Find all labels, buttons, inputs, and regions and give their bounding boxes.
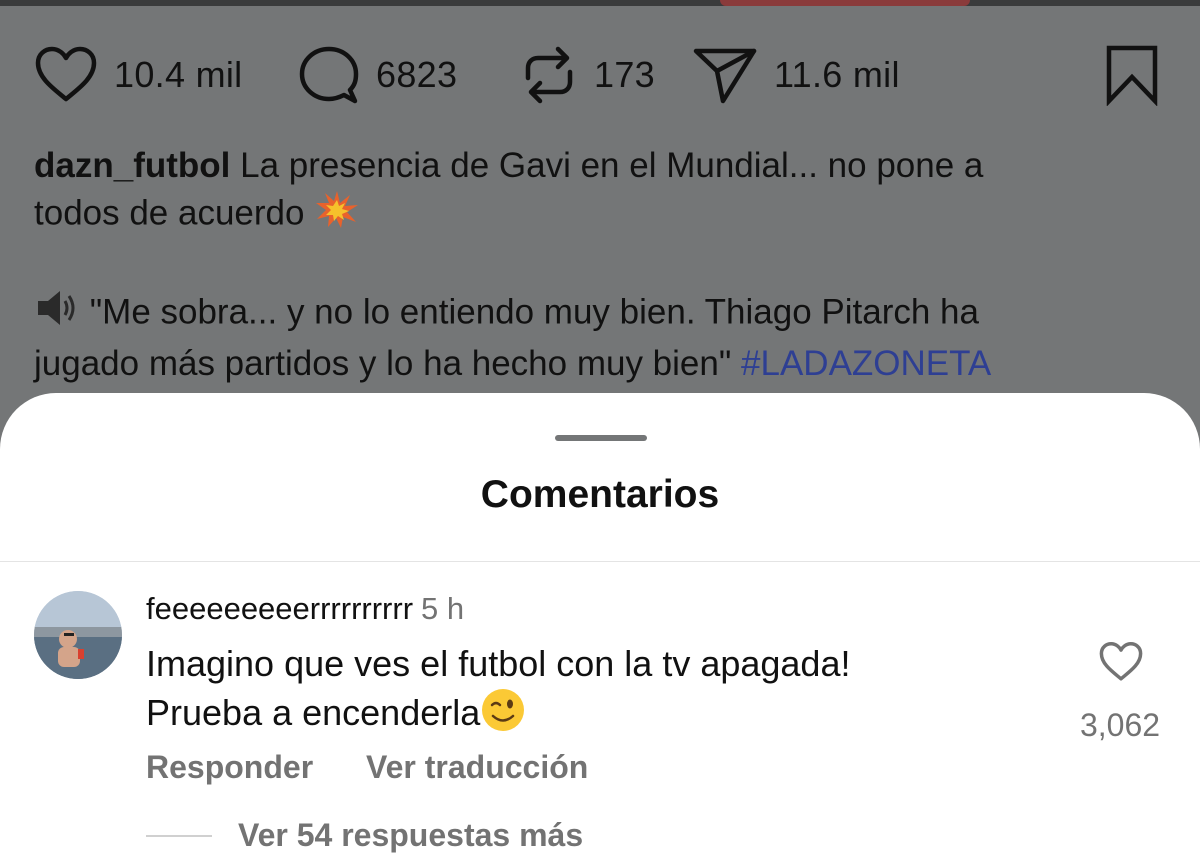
repost-arrows-icon[interactable]: [520, 44, 578, 106]
comment-text-1: Imagino que ves el futbol con la tv apag…: [146, 643, 851, 684]
caption-text-2: todos de acuerdo: [34, 193, 305, 233]
caption-quote-2: jugado más partidos y lo ha hecho muy bi…: [34, 344, 732, 383]
repost-count: 173: [594, 54, 655, 95]
comment-body: Imagino que ves el futbol con la tv apag…: [146, 641, 1026, 744]
caption-text-1: La presencia de Gavi en el Mundial... no…: [240, 146, 984, 185]
sheet-title: Comentarios: [480, 473, 720, 516]
speech-bubble-icon[interactable]: [298, 44, 360, 106]
caption-quote-1: "Me sobra... y no lo entiendo muy bien. …: [89, 292, 979, 332]
like-action[interactable]: 10.4 mil: [34, 40, 242, 110]
comment-action[interactable]: 6823: [298, 40, 457, 110]
speaker-emoji: [34, 288, 80, 340]
collision-emoji: [314, 189, 360, 241]
like-count: 10.4 mil: [114, 54, 243, 95]
heart-icon[interactable]: [34, 45, 98, 105]
view-more-replies[interactable]: Ver 54 respuestas más: [146, 817, 583, 854]
replies-line-divider: [146, 834, 212, 837]
post-caption: dazn_futbol La presencia de Gavi en el M…: [34, 142, 1174, 387]
sheet-drag-handle[interactable]: [555, 435, 647, 441]
more-replies-label[interactable]: Ver 54 respuestas más: [238, 817, 583, 854]
comment-heart-icon[interactable]: [1098, 641, 1144, 688]
post-image-edge: [0, 0, 1200, 6]
bookmark-icon[interactable]: [1104, 44, 1160, 111]
comment-text-2: Prueba a encenderla: [146, 692, 481, 734]
comment-line-2: Prueba a encenderla: [146, 687, 1026, 744]
caption-line-2: todos de acuerdo: [34, 189, 1174, 241]
comments-sheet: Comentarios feeeeeeeeerrrrrrrrrr 5 h Imag…: [0, 393, 1200, 863]
comment-username[interactable]: feeeeeeeeerrrrrrrrrr: [146, 591, 413, 626]
share-action[interactable]: 11.6 mil: [692, 40, 900, 110]
caption-line-1: dazn_futbol La presencia de Gavi en el M…: [34, 142, 1174, 189]
sheet-divider: [0, 561, 1200, 562]
share-count: 11.6 mil: [774, 54, 900, 95]
avatar[interactable]: [34, 591, 122, 679]
post-action-bar: 10.4 mil 6823 173 11.6 mil: [0, 40, 1200, 110]
winking-face-emoji: [480, 687, 526, 744]
paper-plane-icon[interactable]: [692, 44, 758, 106]
comment-time: 5 h: [421, 591, 465, 626]
comment-actions: Responder Ver traducción: [146, 749, 632, 786]
caption-username[interactable]: dazn_futbol: [34, 146, 230, 185]
comment-count: 6823: [376, 54, 458, 95]
translate-button[interactable]: Ver traducción: [366, 749, 588, 785]
comment-header: feeeeeeeeerrrrrrrrrr 5 h: [146, 591, 464, 627]
repost-action[interactable]: 173: [520, 40, 655, 110]
caption-quote-line-2: jugado más partidos y lo ha hecho muy bi…: [34, 340, 1174, 387]
reply-button[interactable]: Responder: [146, 749, 313, 785]
caption-quote-line-1: "Me sobra... y no lo entiendo muy bien. …: [34, 288, 1174, 340]
comment-like-count: 3,062: [1079, 707, 1161, 743]
caption-hashtag[interactable]: #LADAZONETA: [741, 344, 991, 383]
